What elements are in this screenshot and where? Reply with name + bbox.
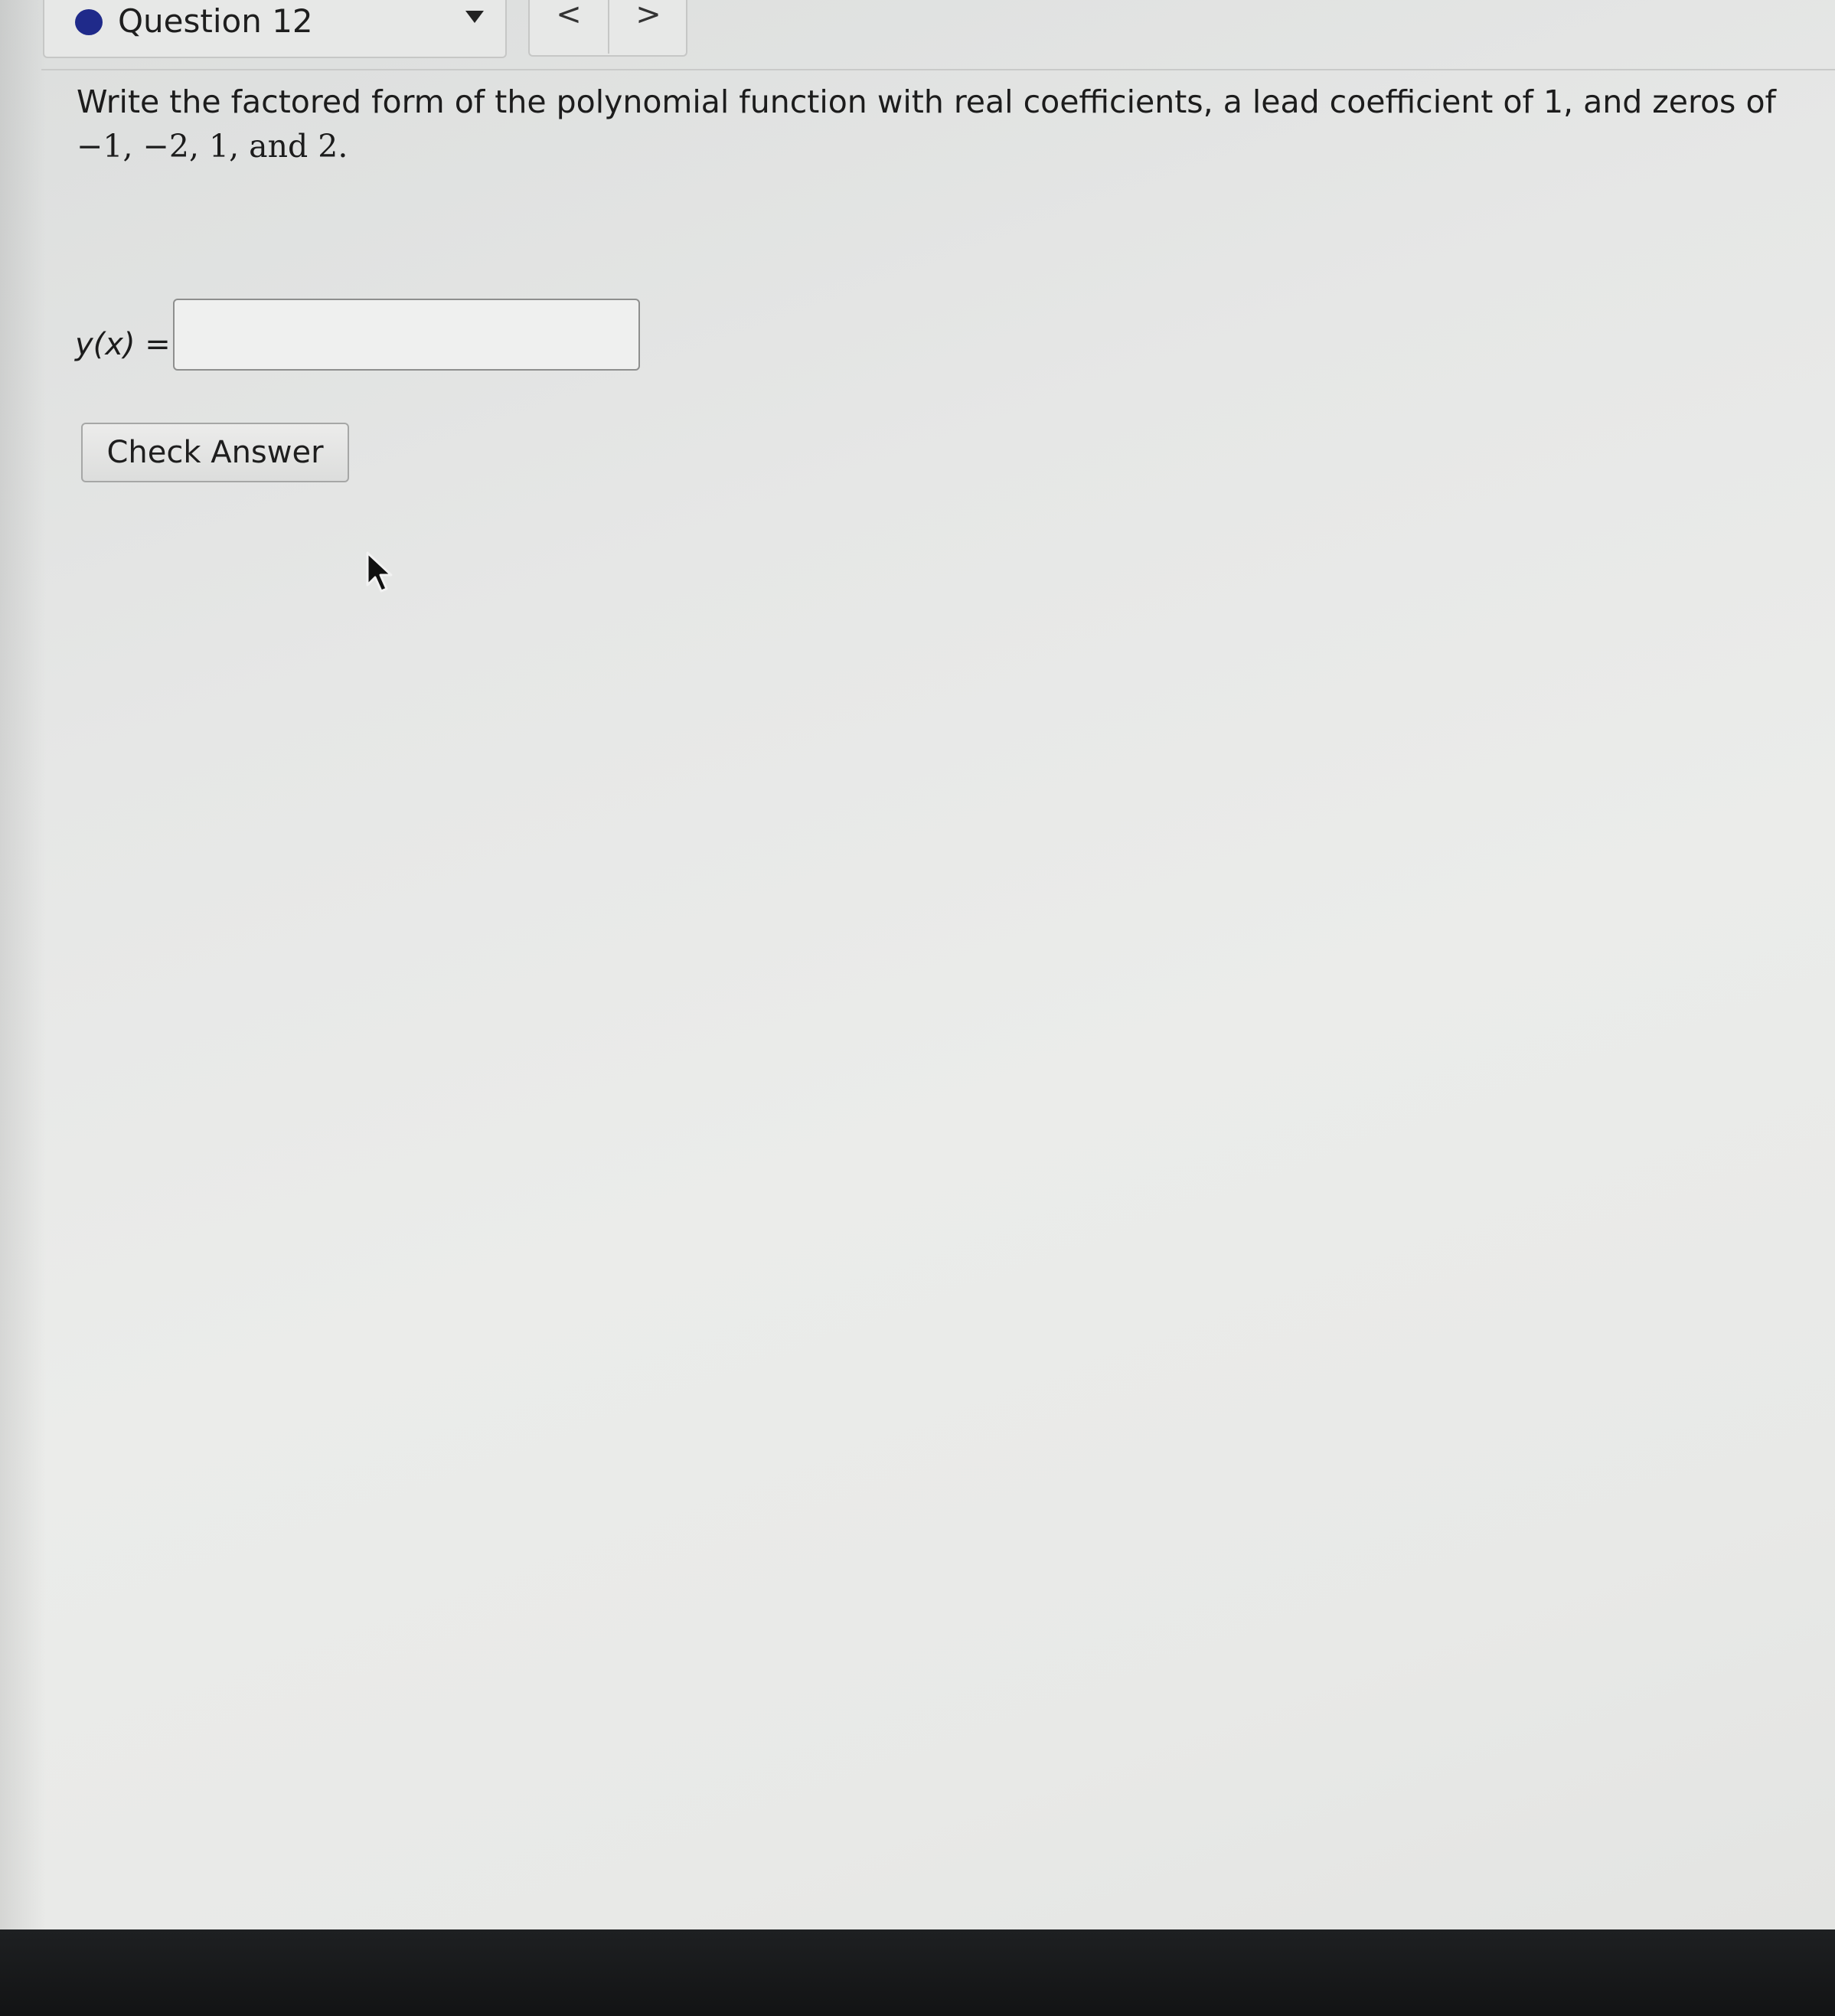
mouse-pointer-icon — [366, 551, 393, 593]
screen: Question 12 < > Write the factored form … — [0, 0, 1835, 1929]
question-nav: < > — [528, 0, 687, 57]
caret-down-icon[interactable] — [465, 11, 484, 23]
edge-shadow — [0, 0, 46, 1929]
question-selector[interactable]: Question 12 — [43, 0, 507, 58]
answer-label: y(x) = — [75, 322, 171, 368]
question-prompt: Write the factored form of the polynomia… — [77, 80, 1791, 168]
previous-question-button[interactable]: < — [530, 0, 609, 54]
prompt-line-1: Write the factored form of the polynomia… — [77, 83, 1776, 120]
equals-sign: = — [135, 327, 171, 362]
status-dot-icon — [75, 9, 103, 35]
function-label: y(x) — [75, 327, 136, 362]
prompt-line-2: −1, −2, 1, and 2. — [77, 128, 348, 165]
check-answer-button[interactable]: Check Answer — [81, 423, 349, 482]
answer-input[interactable] — [173, 299, 640, 371]
header-divider — [41, 69, 1835, 70]
question-title: Question 12 — [118, 2, 313, 40]
next-question-button[interactable]: > — [609, 0, 687, 54]
monitor-bezel — [0, 1929, 1835, 2016]
